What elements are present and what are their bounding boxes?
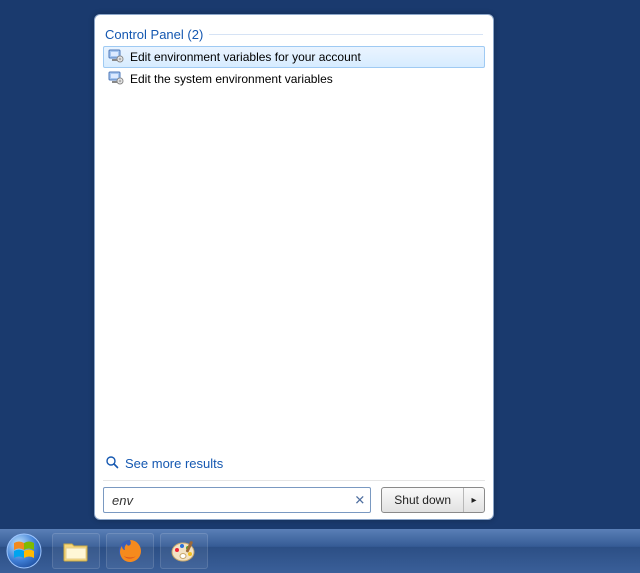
file-explorer-icon <box>63 540 89 562</box>
section-title: Control Panel (2) <box>105 27 203 42</box>
magnifier-icon <box>105 455 119 472</box>
start-menu-panel: Control Panel (2) Edit environment varia… <box>94 14 494 520</box>
windows-logo-icon <box>6 533 42 569</box>
taskbar-item-firefox[interactable] <box>106 533 154 569</box>
taskbar-item-paint[interactable] <box>160 533 208 569</box>
paint-icon <box>170 539 198 563</box>
shutdown-split-button: Shut down ▸ <box>381 487 485 513</box>
divider <box>209 34 483 35</box>
result-item-label: Edit environment variables for your acco… <box>130 50 361 64</box>
shutdown-label: Shut down <box>394 493 451 507</box>
shutdown-options-button[interactable]: ▸ <box>464 488 484 512</box>
system-settings-icon <box>108 48 124 67</box>
start-button[interactable] <box>2 529 46 573</box>
results-section-header: Control Panel (2) <box>103 23 485 44</box>
search-input[interactable] <box>103 487 371 513</box>
taskbar-item-explorer[interactable] <box>52 533 100 569</box>
taskbar <box>0 529 640 573</box>
see-more-label: See more results <box>125 456 223 471</box>
results-list: Edit environment variables for your acco… <box>103 44 485 90</box>
divider <box>103 480 485 481</box>
shutdown-button[interactable]: Shut down <box>382 488 464 512</box>
result-item-user-env-vars[interactable]: Edit environment variables for your acco… <box>103 46 485 68</box>
spacer <box>103 90 485 449</box>
search-wrap: ✕ <box>103 487 371 513</box>
start-menu-bottom-row: ✕ Shut down ▸ <box>103 487 485 513</box>
see-more-results-link[interactable]: See more results <box>103 449 485 478</box>
chevron-right-icon: ▸ <box>471 495 476 506</box>
system-settings-icon <box>108 70 124 89</box>
clear-search-icon[interactable]: ✕ <box>354 494 365 507</box>
firefox-icon <box>117 538 143 564</box>
result-item-system-env-vars[interactable]: Edit the system environment variables <box>103 68 485 90</box>
result-item-label: Edit the system environment variables <box>130 72 333 86</box>
